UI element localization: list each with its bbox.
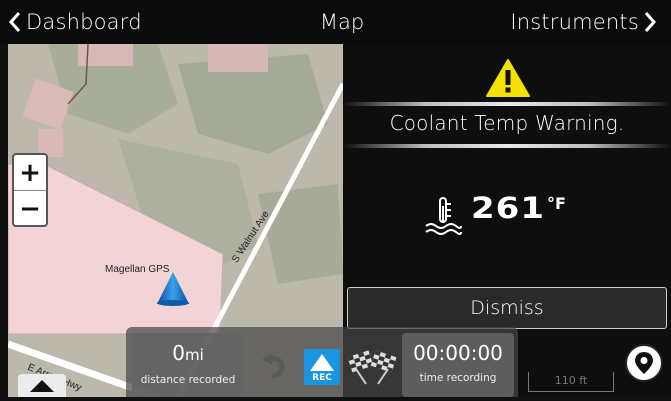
coolant-temp-value: 261	[471, 191, 545, 226]
warning-triangle-icon	[486, 59, 530, 97]
record-label: REC	[312, 373, 332, 383]
coolant-temp-icon	[425, 197, 462, 235]
record-button[interactable]: REC	[304, 349, 340, 385]
divider-bottom	[343, 144, 671, 148]
zoom-out-button[interactable]: −	[14, 191, 46, 226]
warning-message: Coolant Temp Warning.	[389, 111, 625, 135]
chevron-left-icon	[8, 12, 21, 32]
time-label: time recording	[419, 372, 497, 384]
forward-label: Instruments	[510, 10, 639, 34]
dismiss-button[interactable]: Dismiss	[347, 287, 667, 329]
gps-location-marker	[157, 272, 189, 306]
map-pin-icon[interactable]	[622, 341, 666, 385]
time-recording-stat: 00:00:00 time recording	[402, 333, 514, 397]
distance-recorded-stat: 0mi distance recorded	[132, 333, 244, 397]
instruments-button[interactable]: Instruments	[510, 7, 657, 37]
map-scale-bar: 110 ft	[528, 372, 614, 392]
zoom-control: + −	[12, 153, 48, 227]
checkered-flags-icon	[347, 350, 397, 385]
chevron-up-icon	[30, 380, 54, 392]
distance-value: 0	[172, 341, 185, 365]
back-to-dashboard-button[interactable]: Dashboard	[8, 7, 142, 37]
zoom-in-button[interactable]: +	[14, 155, 46, 191]
undo-icon[interactable]	[260, 351, 290, 381]
chevron-right-icon	[644, 12, 657, 32]
back-label: Dashboard	[26, 10, 142, 34]
expand-panel-button[interactable]	[18, 374, 66, 397]
distance-value-line: 0mi	[132, 335, 244, 373]
time-value: 00:00:00	[413, 341, 503, 365]
distance-unit: mi	[184, 346, 204, 364]
coolant-temp-unit: °F	[546, 194, 566, 213]
page-title: Map	[319, 10, 365, 34]
top-navigation-bar: Dashboard Map Instruments	[0, 0, 671, 44]
coolant-temp-reading: 261 °F	[471, 190, 566, 234]
divider-top	[343, 102, 671, 106]
trip-recorder-bar: 0mi distance recorded REC 00:00:00 time …	[126, 327, 518, 397]
distance-label: distance recorded	[140, 374, 236, 386]
